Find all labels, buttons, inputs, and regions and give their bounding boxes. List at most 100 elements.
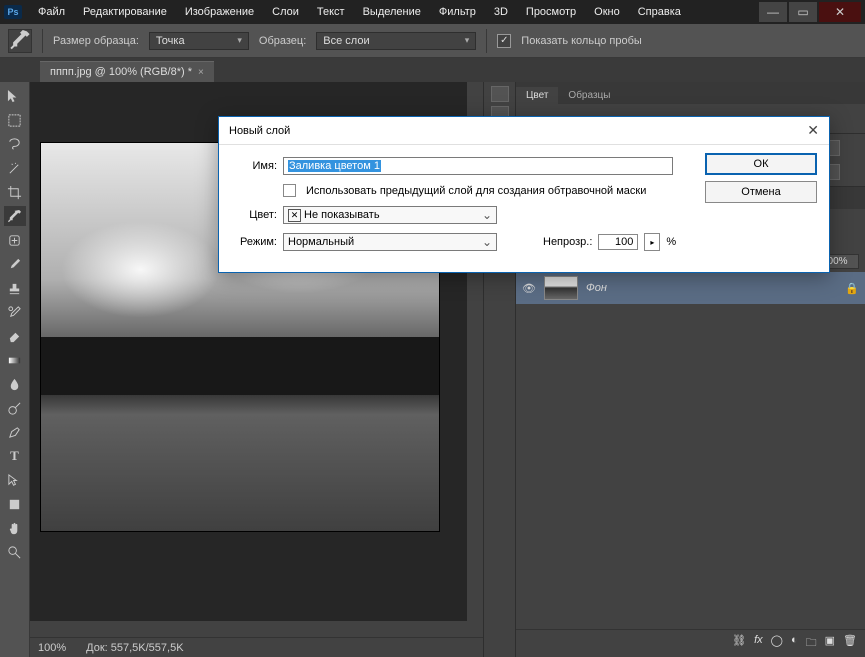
color-tab[interactable]: Цвет — [516, 87, 558, 104]
menu-image[interactable]: Изображение — [177, 3, 262, 21]
name-field-label: Имя: — [231, 160, 277, 172]
link-layers-icon[interactable]: ⛓ — [732, 634, 746, 653]
cancel-button[interactable]: Отмена — [705, 181, 817, 203]
mode-value: Нормальный — [288, 236, 354, 248]
menu-select[interactable]: Выделение — [355, 3, 429, 21]
app-logo: Ps — [4, 5, 22, 19]
history-brush-tool[interactable] — [4, 302, 26, 322]
color-dropdown[interactable]: ✕ Не показывать — [283, 206, 497, 224]
visibility-icon[interactable]: 👁 — [522, 282, 536, 295]
status-bar: 100% Док: 557,5K/557,5K — [30, 637, 483, 657]
group-icon[interactable]: 🗀 — [806, 634, 817, 653]
document-tab-title: пппп.jpg @ 100% (RGB/8*) * — [50, 66, 192, 78]
menu-edit[interactable]: Редактирование — [75, 3, 175, 21]
eraser-tool[interactable] — [4, 326, 26, 346]
sample-value: Все слои — [323, 35, 369, 47]
menu-view[interactable]: Просмотр — [518, 3, 584, 21]
document-tab-row: пппп.jpg @ 100% (RGB/8*) * × — [0, 58, 865, 82]
type-tool[interactable]: T — [4, 446, 26, 466]
color-panel-tabs: Цвет Образцы — [516, 82, 865, 104]
mask-icon[interactable]: ◯ — [771, 634, 783, 653]
layer-thumbnail[interactable] — [544, 276, 578, 300]
menu-layers[interactable]: Слои — [264, 3, 307, 21]
minimize-button[interactable]: — — [759, 2, 787, 22]
new-layer-icon[interactable]: ▣ — [825, 634, 835, 653]
wand-tool[interactable] — [4, 158, 26, 178]
options-bar: Размер образца: Точка Образец: Все слои … — [0, 24, 865, 58]
sample-dropdown[interactable]: Все слои — [316, 32, 476, 50]
color-value: Не показывать — [304, 209, 380, 221]
none-swatch-icon: ✕ — [288, 209, 301, 222]
clip-label: Использовать предыдущий слой для создани… — [306, 185, 646, 197]
image-content — [61, 221, 220, 318]
zoom-level[interactable]: 100% — [38, 642, 66, 654]
brush-tool[interactable] — [4, 254, 26, 274]
stamp-tool[interactable] — [4, 278, 26, 298]
mode-dropdown[interactable]: Нормальный — [283, 233, 497, 251]
sample-label: Образец: — [259, 35, 306, 47]
zoom-tool[interactable] — [4, 542, 26, 562]
tools-panel: T — [0, 82, 30, 657]
path-select-tool[interactable] — [4, 470, 26, 490]
sample-size-value: Точка — [156, 35, 185, 47]
healing-tool[interactable] — [4, 230, 26, 250]
tool-preset-picker[interactable] — [8, 29, 32, 53]
lasso-tool[interactable] — [4, 134, 26, 154]
opacity-input[interactable]: 100 — [598, 234, 638, 250]
hand-tool[interactable] — [4, 518, 26, 538]
dialog-titlebar[interactable]: Новый слой ✕ — [219, 117, 829, 145]
lock-icon: 🔒 — [845, 282, 859, 295]
show-ring-checkbox[interactable]: ✓ — [497, 34, 511, 48]
clip-checkbox[interactable] — [283, 184, 296, 197]
menu-3d[interactable]: 3D — [486, 3, 516, 21]
layer-row-background[interactable]: 👁 Фон 🔒 — [516, 272, 865, 304]
horizontal-scrollbar[interactable] — [30, 621, 467, 637]
fill-adjust-icon[interactable]: ◐ — [791, 634, 798, 653]
divider — [486, 29, 487, 53]
shape-tool[interactable] — [4, 494, 26, 514]
titlebar: Ps Файл Редактирование Изображение Слои … — [0, 0, 865, 24]
opacity-field-label: Непрозр.: — [543, 236, 592, 248]
menu-file[interactable]: Файл — [30, 3, 73, 21]
menu-filter[interactable]: Фильтр — [431, 3, 484, 21]
swatches-tab[interactable]: Образцы — [558, 87, 620, 104]
layers-footer: ⛓ fx ◯ ◐ 🗀 ▣ 🗑 — [516, 629, 865, 657]
crop-tool[interactable] — [4, 182, 26, 202]
blur-tool[interactable] — [4, 374, 26, 394]
ok-button[interactable]: ОК — [705, 153, 817, 175]
eyedropper-tool[interactable] — [4, 206, 26, 226]
collapsed-panel-icon[interactable] — [491, 86, 509, 102]
eyedropper-icon — [9, 30, 31, 52]
document-tab[interactable]: пппп.jpg @ 100% (RGB/8*) * × — [40, 61, 214, 82]
dodge-tool[interactable] — [4, 398, 26, 418]
menubar: Файл Редактирование Изображение Слои Тек… — [30, 3, 757, 21]
sample-size-dropdown[interactable]: Точка — [149, 32, 249, 50]
delete-layer-icon[interactable]: 🗑 — [843, 634, 857, 653]
dialog-close-button[interactable]: ✕ — [807, 122, 819, 139]
maximize-button[interactable]: ▭ — [789, 2, 817, 22]
percent-label: % — [666, 236, 676, 248]
dialog-buttons: ОК Отмена — [705, 153, 817, 203]
show-ring-label: Показать кольцо пробы — [521, 35, 642, 47]
new-layer-dialog: Новый слой ✕ Имя: Заливка цветом 1 Испол… — [218, 116, 830, 273]
sample-size-label: Размер образца: — [53, 35, 139, 47]
layer-name[interactable]: Фон — [586, 282, 607, 294]
name-input[interactable]: Заливка цветом 1 — [283, 157, 673, 175]
gradient-tool[interactable] — [4, 350, 26, 370]
marquee-tool[interactable] — [4, 110, 26, 130]
opacity-flyout-button[interactable]: ▸ — [644, 233, 660, 251]
doc-size[interactable]: Док: 557,5K/557,5K — [86, 642, 183, 654]
image-content — [41, 337, 439, 395]
move-tool[interactable] — [4, 86, 26, 106]
menu-help[interactable]: Справка — [630, 3, 689, 21]
document-tab-close[interactable]: × — [198, 67, 204, 78]
menu-window[interactable]: Окно — [586, 3, 628, 21]
close-button[interactable]: ✕ — [819, 2, 861, 22]
pen-tool[interactable] — [4, 422, 26, 442]
fx-icon[interactable]: fx — [754, 634, 763, 653]
window-buttons: — ▭ ✕ — [757, 2, 861, 22]
dialog-title: Новый слой — [229, 125, 290, 137]
menu-text[interactable]: Текст — [309, 3, 353, 21]
color-field-label: Цвет: — [231, 209, 277, 221]
divider — [42, 29, 43, 53]
